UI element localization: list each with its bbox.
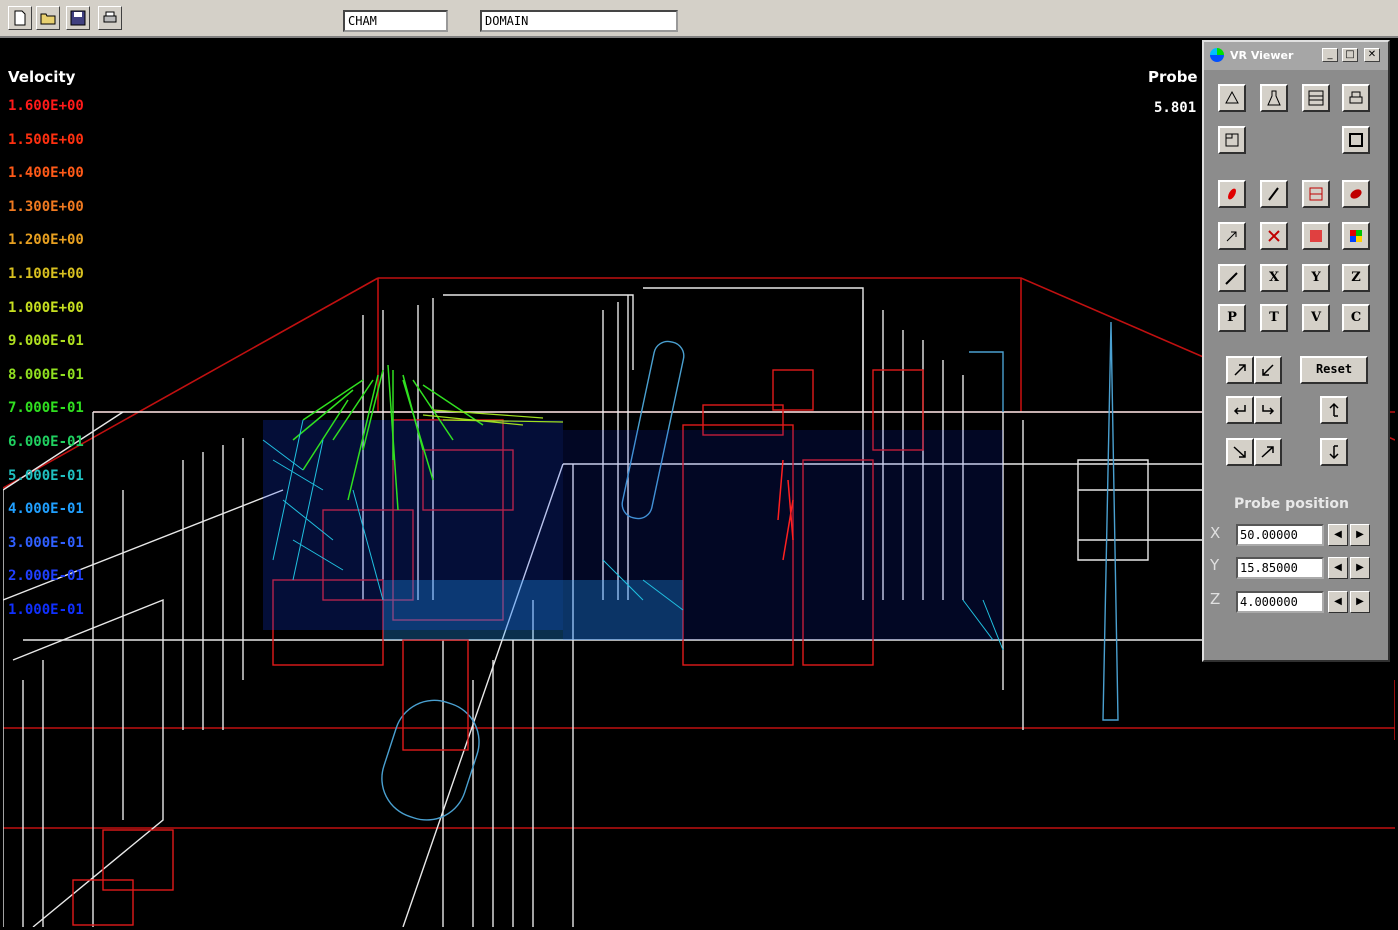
button-c[interactable]: C <box>1342 304 1370 332</box>
legend-entry: 9.000E-01 <box>8 333 84 350</box>
probe-value: 5.801 <box>1154 100 1197 116</box>
minimize-icon[interactable]: _ <box>1322 48 1338 62</box>
legend-entry: 1.200E+00 <box>8 232 84 249</box>
legend-entry: 1.000E+00 <box>8 299 84 316</box>
z-increment-icon[interactable]: ▶ <box>1350 591 1370 613</box>
legend-entry: 8.000E-01 <box>8 366 84 383</box>
legend-entry: 1.400E+00 <box>8 165 84 182</box>
vector-red-icon[interactable] <box>1218 180 1246 208</box>
probe-z-input[interactable]: 4.000000 <box>1236 591 1324 613</box>
arrow-icon[interactable] <box>1218 222 1246 250</box>
contour-icon[interactable] <box>1302 180 1330 208</box>
isosurface-icon[interactable] <box>1342 180 1370 208</box>
open-folder-icon[interactable] <box>36 6 60 30</box>
z-decrement-icon[interactable]: ◀ <box>1328 591 1348 613</box>
button-y[interactable]: Y <box>1302 264 1330 292</box>
button-p[interactable]: P <box>1218 304 1246 332</box>
color-map-icon[interactable] <box>1342 222 1370 250</box>
button-v[interactable]: V <box>1302 304 1330 332</box>
x-decrement-icon[interactable]: ◀ <box>1328 524 1348 546</box>
app-logo-icon <box>1210 48 1224 62</box>
legend-entry: 2.000E-01 <box>8 568 84 585</box>
stream-icon[interactable] <box>1302 222 1330 250</box>
tilt-down-icon[interactable] <box>1226 438 1254 466</box>
zoom-in-icon[interactable] <box>1226 356 1254 384</box>
probe-x-input[interactable]: 50.00000 <box>1236 524 1324 546</box>
button-x[interactable]: X <box>1260 264 1288 292</box>
legend-entry: 1.000E-01 <box>8 601 84 618</box>
legend-title: Velocity <box>8 68 76 86</box>
maximize-icon[interactable]: □ <box>1342 48 1358 62</box>
domain-field[interactable]: DOMAIN <box>480 10 678 32</box>
legend-entry: 6.000E-01 <box>8 433 84 450</box>
button-z[interactable]: Z <box>1342 264 1370 292</box>
legend-entry: 1.300E+00 <box>8 198 84 215</box>
rotate-right-icon[interactable] <box>1254 396 1282 424</box>
x-plane-icon[interactable] <box>1260 222 1288 250</box>
close-icon[interactable]: ✕ <box>1364 48 1380 62</box>
legend-entry: 5.000E-01 <box>8 467 84 484</box>
x-axis-label: X <box>1210 524 1221 542</box>
panel-title: VR Viewer <box>1230 49 1294 62</box>
probe-y-input[interactable]: 15.85000 <box>1236 557 1324 579</box>
domain-icon[interactable] <box>1218 126 1246 154</box>
vr-viewer-panel: VR Viewer _ □ ✕ X Y Z P T V C Reset Prob… <box>1202 40 1390 662</box>
move-down-icon[interactable] <box>1320 438 1348 466</box>
probe-label: Probe <box>1148 68 1198 86</box>
cham-field[interactable]: CHAM <box>343 10 448 32</box>
view-object-icon[interactable] <box>1218 84 1246 112</box>
pencil-icon[interactable] <box>1260 180 1288 208</box>
zoom-out-icon[interactable] <box>1254 356 1282 384</box>
y-increment-icon[interactable]: ▶ <box>1350 557 1370 579</box>
y-decrement-icon[interactable]: ◀ <box>1328 557 1348 579</box>
toolbar: CHAM DOMAIN <box>0 0 1398 38</box>
edit-icon[interactable] <box>1218 264 1246 292</box>
legend-entry: 1.600E+00 <box>8 98 84 114</box>
3d-viewport[interactable]: Velocity 1.600E+00 1.500E+00 1.400E+00 1.30… <box>3 40 1395 927</box>
grid-icon[interactable] <box>1302 84 1330 112</box>
move-up-icon[interactable] <box>1320 396 1348 424</box>
rotate-left-icon[interactable] <box>1226 396 1254 424</box>
panel-titlebar[interactable]: VR Viewer _ □ ✕ <box>1204 42 1388 70</box>
box-outline-icon[interactable] <box>1342 126 1370 154</box>
save-icon[interactable] <box>66 6 90 30</box>
y-axis-label: Y <box>1210 556 1220 574</box>
legend-entry: 3.000E-01 <box>8 534 84 551</box>
x-increment-icon[interactable]: ▶ <box>1350 524 1370 546</box>
legend-entry: 7.000E-01 <box>8 400 84 417</box>
printer-icon[interactable] <box>1342 84 1370 112</box>
tilt-up-icon[interactable] <box>1254 438 1282 466</box>
reset-button[interactable]: Reset <box>1300 356 1368 384</box>
print-icon[interactable] <box>98 6 122 30</box>
new-file-icon[interactable] <box>8 6 32 30</box>
legend-entry: 4.000E-01 <box>8 501 84 518</box>
scene-wireframe <box>3 277 1395 927</box>
probe-position-title: Probe position <box>1234 496 1350 512</box>
velocity-legend: Velocity 1.600E+00 1.500E+00 1.400E+00 1.30… <box>8 68 84 628</box>
button-t[interactable]: T <box>1260 304 1288 332</box>
legend-entry: 1.500E+00 <box>8 131 84 148</box>
flask-icon[interactable] <box>1260 84 1288 112</box>
z-axis-label: Z <box>1210 590 1221 608</box>
legend-entry: 1.100E+00 <box>8 265 84 282</box>
